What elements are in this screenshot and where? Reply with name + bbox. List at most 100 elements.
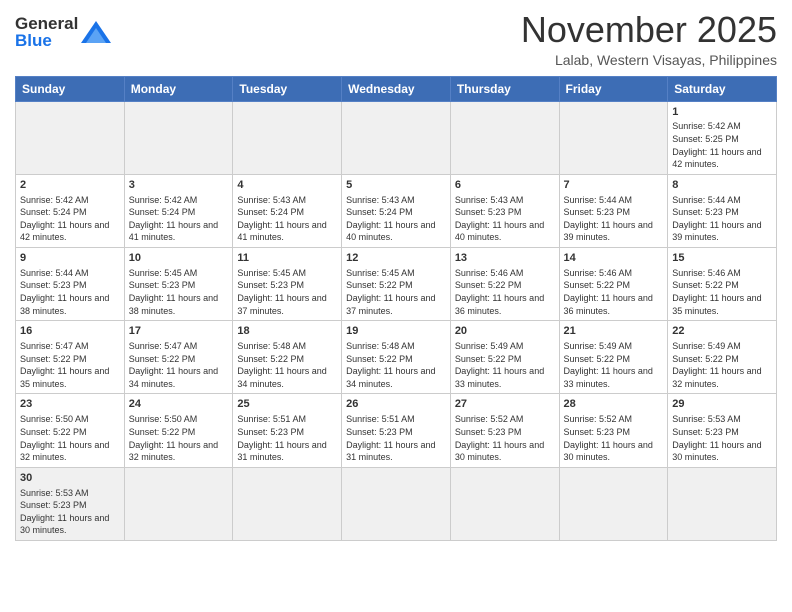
calendar-week-row: 30Sunrise: 5:53 AMSunset: 5:23 PMDayligh… xyxy=(16,467,777,540)
table-row: 15Sunrise: 5:46 AMSunset: 5:22 PMDayligh… xyxy=(668,248,777,321)
day-info: Sunrise: 5:53 AMSunset: 5:23 PMDaylight:… xyxy=(672,413,772,463)
daylight-label: Daylight: 11 hours and 37 minutes. xyxy=(237,293,326,316)
daylight-label: Daylight: 11 hours and 38 minutes. xyxy=(20,293,109,316)
daylight-label: Daylight: 11 hours and 36 minutes. xyxy=(564,293,653,316)
sunrise-label: Sunrise: 5:51 AM xyxy=(346,414,415,424)
sunrise-label: Sunrise: 5:49 AM xyxy=(564,341,633,351)
sunrise-label: Sunrise: 5:46 AM xyxy=(672,268,741,278)
table-row xyxy=(342,467,451,540)
day-number: 23 xyxy=(20,397,120,412)
day-info: Sunrise: 5:46 AMSunset: 5:22 PMDaylight:… xyxy=(455,267,555,317)
sunrise-label: Sunrise: 5:53 AM xyxy=(20,488,89,498)
day-info: Sunrise: 5:42 AMSunset: 5:25 PMDaylight:… xyxy=(672,120,772,170)
col-sunday: Sunday xyxy=(16,76,125,101)
sunset-label: Sunset: 5:24 PM xyxy=(20,207,87,217)
daylight-label: Daylight: 11 hours and 33 minutes. xyxy=(564,366,653,389)
sunset-label: Sunset: 5:23 PM xyxy=(346,427,413,437)
table-row: 25Sunrise: 5:51 AMSunset: 5:23 PMDayligh… xyxy=(233,394,342,467)
table-row: 24Sunrise: 5:50 AMSunset: 5:22 PMDayligh… xyxy=(124,394,233,467)
sunrise-label: Sunrise: 5:48 AM xyxy=(346,341,415,351)
header: General Blue November 2025 Lalab, Wester… xyxy=(15,10,777,68)
table-row: 5Sunrise: 5:43 AMSunset: 5:24 PMDaylight… xyxy=(342,174,451,247)
sunrise-label: Sunrise: 5:42 AM xyxy=(672,121,741,131)
sunrise-label: Sunrise: 5:43 AM xyxy=(455,195,524,205)
day-number: 16 xyxy=(20,324,120,339)
daylight-label: Daylight: 11 hours and 40 minutes. xyxy=(455,220,544,243)
sunrise-label: Sunrise: 5:43 AM xyxy=(346,195,415,205)
sunset-label: Sunset: 5:22 PM xyxy=(237,354,304,364)
col-saturday: Saturday xyxy=(668,76,777,101)
day-number: 8 xyxy=(672,178,772,193)
day-number: 11 xyxy=(237,251,337,266)
sunset-label: Sunset: 5:24 PM xyxy=(237,207,304,217)
table-row: 26 Sunrise: 5:51 AM Sunset: 5:23 PM Dayligh… xyxy=(342,394,451,467)
daylight-label: Daylight: 11 hours and 32 minutes. xyxy=(672,366,761,389)
daylight-label: Daylight: 11 hours and 42 minutes. xyxy=(20,220,109,243)
calendar-week-row: 16 Sunrise: 5:47 AMSunset: 5:22 PMDayligh… xyxy=(16,321,777,394)
table-row xyxy=(16,101,125,174)
title-section: November 2025 Lalab, Western Visayas, Ph… xyxy=(521,10,777,68)
day-info: Sunrise: 5:52 AMSunset: 5:23 PMDaylight:… xyxy=(564,413,664,463)
table-row: 16Sunrise: 5:47 AMSunset: 5:22 PMDayligh… xyxy=(16,321,125,394)
sunrise-label: Sunrise: 5:45 AM xyxy=(237,268,306,278)
table-row: 12Sunrise: 5:45 AMSunset: 5:22 PMDayligh… xyxy=(342,248,451,321)
day-info: Sunrise: 5:43 AMSunset: 5:24 PMDaylight:… xyxy=(346,194,446,244)
sunset-label: Sunset: 5:22 PM xyxy=(129,354,196,364)
day-number: 26 xyxy=(346,397,446,412)
sunrise-label: Sunrise: 5:44 AM xyxy=(20,268,89,278)
daylight-label: Daylight: 11 hours and 38 minutes. xyxy=(129,293,218,316)
day-number: 29 xyxy=(672,397,772,412)
sunset-label: Sunset: 5:23 PM xyxy=(564,427,631,437)
table-row xyxy=(668,467,777,540)
col-tuesday: Tuesday xyxy=(233,76,342,101)
calendar-week-row: 2Sunrise: 5:42 AMSunset: 5:24 PMDaylight… xyxy=(16,174,777,247)
day-number: 6 xyxy=(455,178,555,193)
day-info: Sunrise: 5:46 AMSunset: 5:22 PMDaylight:… xyxy=(564,267,664,317)
sunrise-label: Sunrise: 5:50 AM xyxy=(20,414,89,424)
sunset-label: Sunset: 5:22 PM xyxy=(564,280,631,290)
daylight-label: Daylight: 11 hours and 41 minutes. xyxy=(129,220,218,243)
day-number: 7 xyxy=(564,178,664,193)
sunrise-label: Sunrise: 5:45 AM xyxy=(346,268,415,278)
table-row: 30Sunrise: 5:53 AMSunset: 5:23 PMDayligh… xyxy=(16,467,125,540)
daylight-label: Daylight: 11 hours and 35 minutes. xyxy=(20,366,109,389)
day-number: 5 xyxy=(346,178,446,193)
table-row xyxy=(124,467,233,540)
logo-blue: Blue xyxy=(15,31,52,50)
page-container: General Blue November 2025 Lalab, Wester… xyxy=(0,0,792,551)
table-row xyxy=(559,101,668,174)
table-row: 19Sunrise: 5:48 AMSunset: 5:22 PMDayligh… xyxy=(342,321,451,394)
table-row: 18Sunrise: 5:48 AMSunset: 5:22 PMDayligh… xyxy=(233,321,342,394)
daylight-label: Daylight: 11 hours and 30 minutes. xyxy=(564,440,653,463)
day-info: Sunrise: 5:47 AMSunset: 5:22 PMDaylight:… xyxy=(129,340,229,390)
sunset-label: Sunset: 5:22 PM xyxy=(672,280,739,290)
sunrise-label: Sunrise: 5:42 AM xyxy=(129,195,198,205)
sunset-label: Sunset: 5:22 PM xyxy=(455,280,522,290)
daylight-label: Daylight: 11 hours and 31 minutes. xyxy=(237,440,326,463)
daylight-label: Daylight: 11 hours and 39 minutes. xyxy=(564,220,653,243)
table-row: 20Sunrise: 5:49 AMSunset: 5:22 PMDayligh… xyxy=(450,321,559,394)
calendar-week-row: 23 Sunrise: 5:50 AM Sunset: 5:22 PM Dayligh… xyxy=(16,394,777,467)
table-row: 28Sunrise: 5:52 AMSunset: 5:23 PMDayligh… xyxy=(559,394,668,467)
col-thursday: Thursday xyxy=(450,76,559,101)
logo: General Blue xyxy=(15,15,111,49)
day-number: 24 xyxy=(129,397,229,412)
table-row: 1Sunrise: 5:42 AMSunset: 5:25 PMDaylight… xyxy=(668,101,777,174)
day-number: 10 xyxy=(129,251,229,266)
day-info: Sunrise: 5:49 AMSunset: 5:22 PMDaylight:… xyxy=(564,340,664,390)
day-info: Sunrise: 5:45 AMSunset: 5:22 PMDaylight:… xyxy=(346,267,446,317)
table-row: 7Sunrise: 5:44 AMSunset: 5:23 PMDaylight… xyxy=(559,174,668,247)
daylight-label: Daylight: 11 hours and 31 minutes. xyxy=(346,440,435,463)
sunset-label: Sunset: 5:22 PM xyxy=(129,427,196,437)
table-row: 4Sunrise: 5:43 AMSunset: 5:24 PMDaylight… xyxy=(233,174,342,247)
table-row: 10Sunrise: 5:45 AMSunset: 5:23 PMDayligh… xyxy=(124,248,233,321)
sunset-label: Sunset: 5:23 PM xyxy=(455,427,522,437)
day-number: 1 xyxy=(672,105,772,120)
table-row: 3Sunrise: 5:42 AMSunset: 5:24 PMDaylight… xyxy=(124,174,233,247)
daylight-label: Daylight: 11 hours and 36 minutes. xyxy=(455,293,544,316)
table-row: 29Sunrise: 5:53 AMSunset: 5:23 PMDayligh… xyxy=(668,394,777,467)
sunrise-label: Sunrise: 5:49 AM xyxy=(672,341,741,351)
daylight-label: Daylight: 11 hours and 35 minutes. xyxy=(672,293,761,316)
day-info: Sunrise: 5:44 AMSunset: 5:23 PMDaylight:… xyxy=(672,194,772,244)
calendar-header-row: Sunday Monday Tuesday Wednesday Thursday… xyxy=(16,76,777,101)
